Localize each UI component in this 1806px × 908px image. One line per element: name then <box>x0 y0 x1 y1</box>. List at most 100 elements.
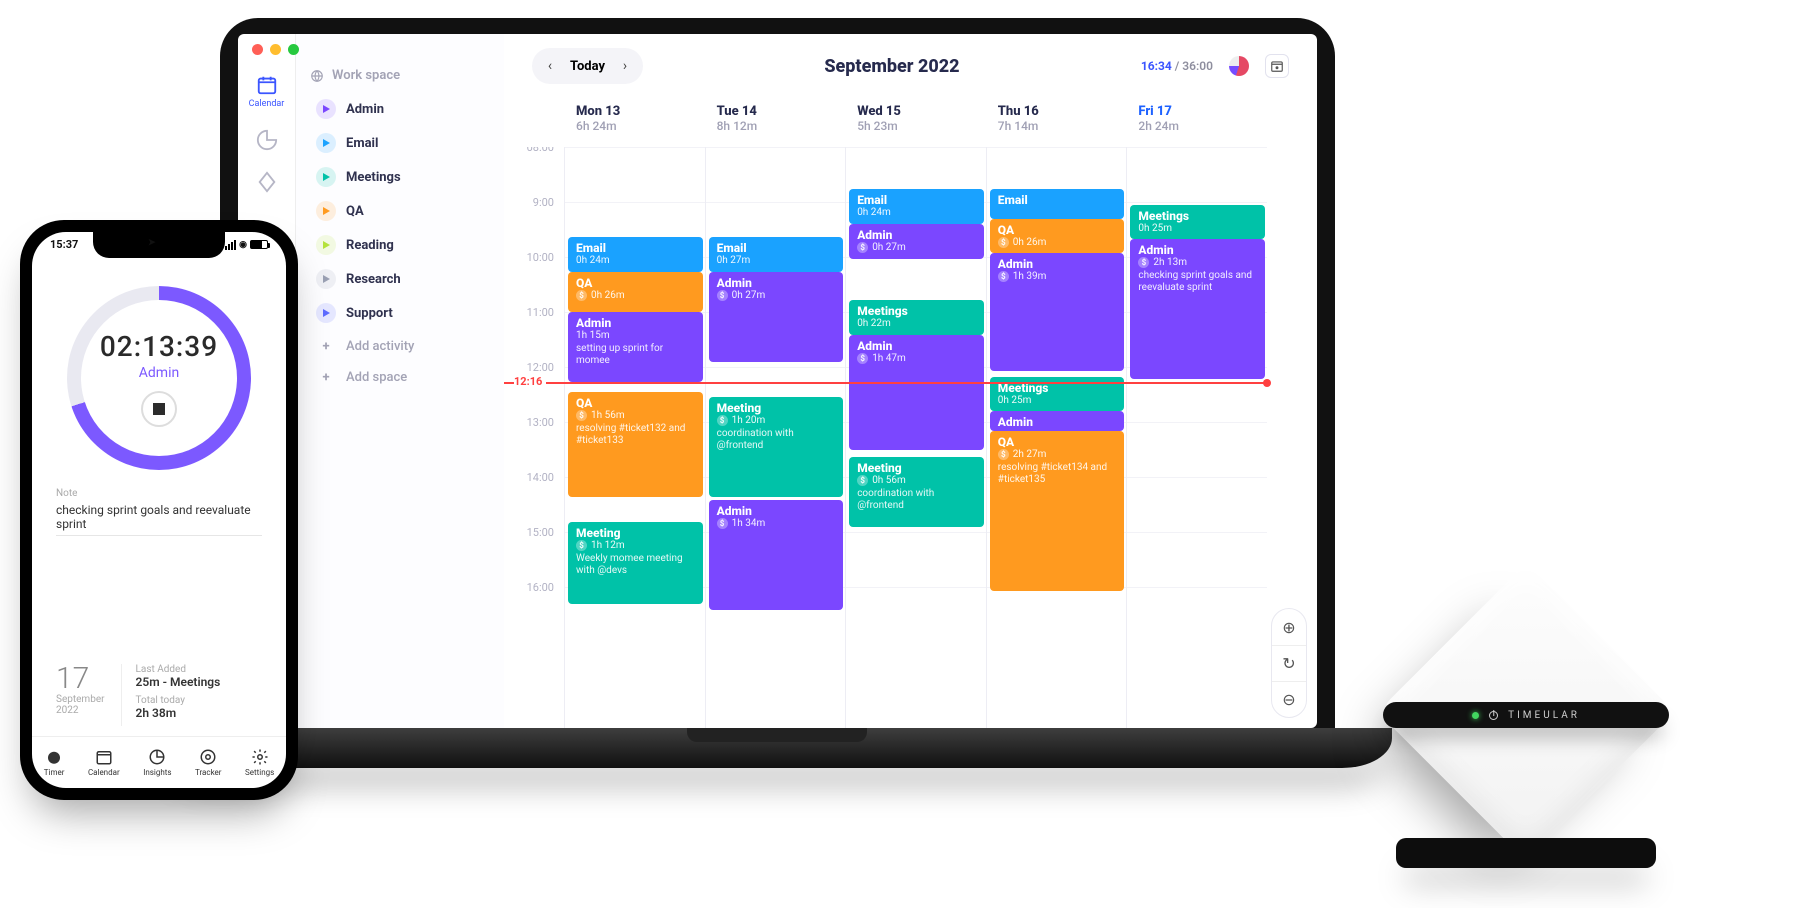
timer-ring: 02:13:39 Admin <box>67 286 251 470</box>
event-description: resolving #ticket132 and #ticket133 <box>576 423 695 446</box>
billable-icon: $ <box>857 353 868 364</box>
activity-item[interactable]: QA <box>310 197 494 225</box>
play-icon <box>316 201 336 221</box>
calendar-event[interactable]: Email0h 27m <box>709 237 844 272</box>
event-duration: $1h 39m <box>998 271 1117 282</box>
play-icon <box>316 269 336 289</box>
activity-item[interactable]: Admin <box>310 95 494 123</box>
summary-month: September <box>56 694 105 705</box>
tab-timer[interactable]: Timer <box>44 748 65 777</box>
workspace-header[interactable]: Work space <box>310 68 494 83</box>
zoom-out-button[interactable]: ⊖ <box>1272 681 1306 717</box>
day-header[interactable]: Thu 167h 14m <box>986 96 1127 141</box>
event-duration: 1h 15m <box>576 330 695 341</box>
stop-button[interactable] <box>141 391 177 427</box>
stop-icon <box>153 403 165 415</box>
topbar: ‹ Today › September 2022 16:34 / 36:00 <box>504 34 1317 92</box>
activity-label: Email <box>346 136 378 151</box>
zoom-in-button[interactable]: ⊕ <box>1272 609 1306 645</box>
event-title: Admin <box>576 317 695 330</box>
calendar-event[interactable]: Admin$1h 47m <box>849 335 984 450</box>
billable-icon: $ <box>998 271 1009 282</box>
day-label: Fri 17 <box>1138 104 1255 119</box>
calendar-event[interactable]: Meeting$1h 20mcoordination with @fronten… <box>709 397 844 497</box>
calendar-event[interactable]: QA$1h 56mresolving #ticket132 and #ticke… <box>568 392 703 497</box>
calendar-event[interactable]: Meeting$1h 12mWeekly momee meeting with … <box>568 522 703 604</box>
date-nav: ‹ Today › <box>532 48 643 84</box>
event-title: Email <box>998 194 1117 207</box>
zoom-controls: ⊕ ↻ ⊖ <box>1271 608 1307 718</box>
tab-tracker[interactable]: Tracker <box>195 748 222 777</box>
calendar-event[interactable]: QA$0h 26m <box>568 272 703 312</box>
tab-label: Timer <box>44 768 65 777</box>
day-column[interactable]: EmailQA$0h 26mAdmin$1h 39mMeetings0h 25m… <box>986 147 1127 728</box>
next-button[interactable]: › <box>611 52 639 80</box>
add-activity-button[interactable]: Add activity <box>310 335 494 358</box>
calendar-event[interactable]: Admin <box>990 411 1125 431</box>
activity-item[interactable]: Meetings <box>310 163 494 191</box>
calendar-event[interactable]: Admin$0h 27m <box>709 272 844 362</box>
day-header[interactable]: Fri 172h 24m <box>1126 96 1267 141</box>
day-header[interactable]: Wed 155h 23m <box>845 96 986 141</box>
event-title: Email <box>857 194 976 207</box>
billable-icon: $ <box>576 290 587 301</box>
event-duration: $0h 56m <box>857 475 976 486</box>
day-header-row: Mon 136h 24mTue 148h 12mWed 155h 23mThu … <box>504 96 1317 141</box>
calendar-grid[interactable]: 08:009:0010:0011:0012:0013:0014:0015:001… <box>504 147 1317 728</box>
day-duration: 5h 23m <box>857 119 974 133</box>
note-input[interactable]: checking sprint goals and reevaluate spr… <box>56 499 262 536</box>
activity-item[interactable]: Support <box>310 299 494 327</box>
calendar-event[interactable]: Email0h 24m <box>849 189 984 224</box>
status-time: 15:37 <box>50 238 78 251</box>
calendar-event[interactable]: Email <box>990 189 1125 219</box>
billable-icon: $ <box>857 242 868 253</box>
calendar-event[interactable]: Meetings0h 25m <box>1130 205 1265 239</box>
event-duration: $2h 13m <box>1138 257 1257 268</box>
activity-label: Support <box>346 306 393 321</box>
calendar-event[interactable]: Email0h 24m <box>568 237 703 272</box>
day-column[interactable]: Email0h 24mAdmin$0h 27m Meetings0h 22mAdm… <box>845 147 986 728</box>
tab-label: Tracker <box>195 768 222 777</box>
today-button[interactable]: Today <box>564 59 611 74</box>
event-description: coordination with @frontend <box>857 488 976 511</box>
activity-item[interactable]: Research <box>310 265 494 293</box>
day-header[interactable]: Mon 136h 24m <box>564 96 705 141</box>
calendar-event[interactable]: Meetings0h 22m <box>849 300 984 335</box>
hour-label: 9:00 <box>504 196 564 251</box>
add-space-button[interactable]: Add space <box>310 366 494 389</box>
day-column[interactable]: Email0h 27mAdmin$0h 27m Meeting$1h 20mcoo… <box>705 147 846 728</box>
calendar-event[interactable]: Admin$1h 39m <box>990 253 1125 371</box>
activity-item[interactable]: Email <box>310 129 494 157</box>
power-icon <box>1489 711 1498 720</box>
day-column[interactable]: Meetings0h 25mAdmin$2h 13mchecking sprin… <box>1126 147 1267 728</box>
zoom-reset-button[interactable]: ↻ <box>1272 645 1306 681</box>
rail-tracker[interactable] <box>247 171 287 193</box>
window-traffic-lights[interactable] <box>252 44 299 55</box>
calendar-event[interactable]: QA$0h 26m <box>990 219 1125 253</box>
now-label: 12:16 <box>514 375 546 388</box>
phone-tabbar: Timer Calendar Insights Tracker Settings <box>32 736 286 788</box>
calendar-event[interactable]: Meeting$0h 56mcoordination with @fronten… <box>849 457 984 527</box>
calendar-event[interactable]: Admin$2h 13mchecking sprint goals and re… <box>1130 239 1265 379</box>
event-title: Meetings <box>857 305 976 318</box>
calendar-event[interactable]: Admin$1h 34m <box>709 500 844 610</box>
calendar-event[interactable]: QA$2h 27mresolving #ticket134 and #ticke… <box>990 431 1125 591</box>
phone-status-bar: 15:37 ➤ ◉ <box>32 238 286 251</box>
calendar-icon-button[interactable] <box>1265 54 1289 78</box>
activity-item[interactable]: Reading <box>310 231 494 259</box>
app-screen: Calendar Work space Admin Email Meetings QA… <box>238 34 1317 728</box>
tab-settings[interactable]: Settings <box>245 748 274 777</box>
day-column[interactable]: Email0h 24mQA$0h 26mAdmin1h 15msetting u… <box>564 147 705 728</box>
prev-button[interactable]: ‹ <box>536 52 564 80</box>
event-duration: 0h 25m <box>998 395 1117 406</box>
calendar-event[interactable]: Admin$0h 27m <box>849 224 984 259</box>
rail-calendar[interactable]: Calendar <box>247 74 287 109</box>
calendar-event[interactable]: Admin1h 15msetting up sprint for momee <box>568 312 703 382</box>
event-title: QA <box>576 277 695 290</box>
globe-icon <box>310 69 324 83</box>
day-header[interactable]: Tue 148h 12m <box>705 96 846 141</box>
tab-insights[interactable]: Insights <box>143 748 171 777</box>
tab-calendar[interactable]: Calendar <box>88 748 120 777</box>
tab-label: Settings <box>245 768 274 777</box>
rail-insights[interactable] <box>247 129 287 151</box>
